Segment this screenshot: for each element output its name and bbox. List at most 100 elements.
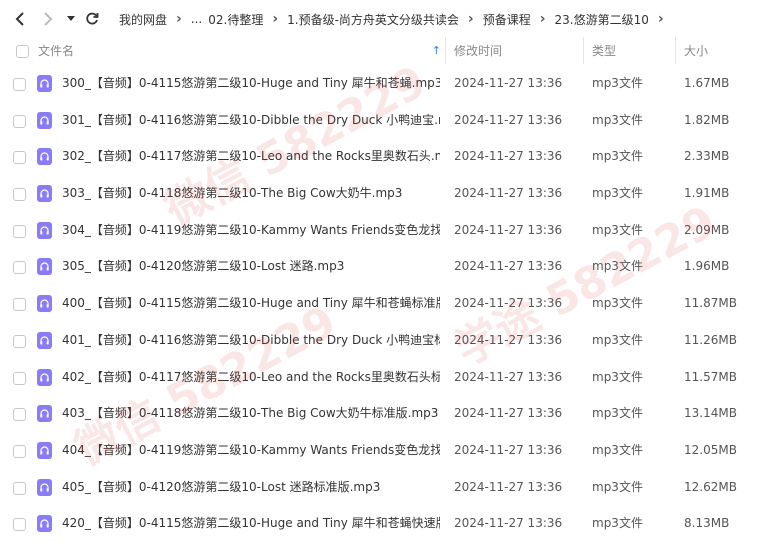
back-button[interactable] [8,7,32,31]
file-name[interactable]: 305_【音频】0-4120悠游第二级10-Lost 迷路.mp3 [62,248,440,285]
table-row[interactable]: 405_【音频】0-4120悠游第二级10-Lost 迷路标准版.mp3 2024… [0,469,759,506]
file-modified-date: 2024-11-27 13:36 [454,369,563,384]
file-size: 1.82MB [684,112,730,127]
file-modified-date: 2024-11-27 13:36 [454,149,563,164]
file-modified-date: 2024-11-27 13:36 [454,332,563,347]
refresh-button[interactable] [80,7,104,31]
column-header-name[interactable]: 文件名 ↑ [0,37,446,64]
file-name[interactable]: 302_【音频】0-4117悠游第二级10-Leo and the Rocks里… [62,138,440,175]
chevron-left-icon [15,12,24,26]
file-size: 2.09MB [684,222,730,237]
audio-file-icon [37,221,52,239]
file-modified-date: 2024-11-27 13:36 [454,296,563,311]
table-row[interactable]: 400_【音频】0-4115悠游第二级10-Huge and Tiny 犀牛和苍… [0,285,759,322]
audio-file-icon [37,331,52,349]
file-name[interactable]: 400_【音频】0-4115悠游第二级10-Huge and Tiny 犀牛和苍… [62,285,440,322]
row-checkbox[interactable] [13,224,26,238]
row-checkbox[interactable] [13,151,26,165]
file-name[interactable]: 403_【音频】0-4118悠游第二级10-The Big Cow大奶牛标准版.… [62,395,440,432]
breadcrumb-item-pending[interactable]: 02.待整理 [205,11,266,28]
row-checkbox[interactable] [13,298,26,312]
table-row[interactable]: 300_【音频】0-4115悠游第二级10-Huge and Tiny 犀牛和苍… [0,65,759,102]
row-checkbox[interactable] [13,114,26,128]
row-checkbox[interactable] [13,518,26,532]
file-name[interactable]: 300_【音频】0-4115悠游第二级10-Huge and Tiny 犀牛和苍… [62,65,440,102]
file-type: mp3文件 [592,259,643,274]
row-checkbox[interactable] [13,444,26,458]
breadcrumb-item-courses[interactable]: 预备课程 [480,11,534,28]
file-name[interactable]: 304_【音频】0-4119悠游第二级10-Kammy Wants Friend… [62,212,440,249]
file-type: mp3文件 [592,479,643,494]
breadcrumb-item-reading-club[interactable]: 1.预备级-尚方舟英文分级共读会 [284,11,462,28]
file-type: mp3文件 [592,222,643,237]
file-size: 11.57MB [684,369,737,384]
file-size: 2.33MB [684,149,730,164]
file-type: mp3文件 [592,296,643,311]
file-type: mp3文件 [592,112,643,127]
table-row[interactable]: 305_【音频】0-4120悠游第二级10-Lost 迷路.mp3 2024-11… [0,248,759,285]
breadcrumb-item-ellipsis[interactable]: ... [188,12,205,26]
breadcrumb-item-current[interactable]: 23.悠游第二级10 [551,11,651,28]
file-size: 11.26MB [684,332,737,347]
audio-file-icon [37,478,52,496]
table-row[interactable]: 302_【音频】0-4117悠游第二级10-Leo and the Rocks里… [0,138,759,175]
sort-ascending-icon: ↑ [431,44,441,57]
row-checkbox[interactable] [13,481,26,495]
file-modified-date: 2024-11-27 13:36 [454,112,563,127]
table-row[interactable]: 403_【音频】0-4118悠游第二级10-The Big Cow大奶牛标准版.… [0,395,759,432]
row-checkbox[interactable] [13,371,26,385]
chevron-right-icon [44,12,53,26]
row-checkbox[interactable] [13,78,26,91]
file-name[interactable]: 404_【音频】0-4119悠游第二级10-Kammy Wants Friend… [62,432,440,469]
file-size: 1.91MB [684,186,730,201]
table-row[interactable]: 404_【音频】0-4119悠游第二级10-Kammy Wants Friend… [0,432,759,469]
table-row[interactable]: 420_【音频】0-4115悠游第二级10-Huge and Tiny 犀牛和苍… [0,505,759,542]
row-checkbox[interactable] [13,188,26,202]
row-checkbox[interactable] [13,408,26,422]
row-checkbox[interactable] [13,261,26,275]
table-row[interactable]: 304_【音频】0-4119悠游第二级10-Kammy Wants Friend… [0,212,759,249]
file-name[interactable]: 303_【音频】0-4118悠游第二级10-The Big Cow大奶牛.mp3 [62,175,440,212]
file-modified-date: 2024-11-27 13:36 [454,442,563,457]
breadcrumb-separator: › [467,11,474,27]
file-name[interactable]: 301_【音频】0-4116悠游第二级10-Dibble the Dry Duc… [62,102,440,139]
audio-file-icon [37,111,52,129]
audio-file-icon [37,515,52,533]
audio-file-icon [37,185,52,203]
breadcrumb-item-root[interactable]: 我的网盘 [116,11,170,28]
file-size: 12.05MB [684,442,737,457]
row-checkbox[interactable] [13,334,26,348]
column-header-date-label: 修改时间 [454,44,503,58]
column-header-size-label: 大小 [684,44,709,58]
file-type: mp3文件 [592,369,643,384]
audio-file-icon [37,295,52,313]
table-row[interactable]: 402_【音频】0-4117悠游第二级10-Leo and the Rocks里… [0,359,759,396]
audio-file-icon [37,75,52,92]
file-modified-date: 2024-11-27 13:36 [454,259,563,274]
file-name[interactable]: 402_【音频】0-4117悠游第二级10-Leo and the Rocks里… [62,359,440,396]
audio-file-icon [37,441,52,459]
column-header-size[interactable]: 大小 [676,37,759,64]
file-size: 1.96MB [684,259,730,274]
file-name[interactable]: 401_【音频】0-4116悠游第二级10-Dibble the Dry Duc… [62,322,440,359]
column-header-type[interactable]: 类型 [584,37,676,64]
audio-file-icon [37,258,52,276]
file-name[interactable]: 420_【音频】0-4115悠游第二级10-Huge and Tiny 犀牛和苍… [62,505,440,542]
file-size: 8.13MB [684,516,730,531]
audio-file-icon [37,148,52,166]
file-modified-date: 2024-11-27 13:36 [454,516,563,531]
column-header-date[interactable]: 修改时间 [446,37,584,64]
breadcrumb-separator: › [539,11,546,27]
file-name[interactable]: 405_【音频】0-4120悠游第二级10-Lost 迷路标准版.mp3 [62,469,440,506]
file-size: 13.14MB [684,406,737,421]
history-dropdown-button[interactable] [64,7,78,31]
breadcrumb-separator: › [176,11,182,27]
refresh-icon [86,12,99,25]
table-row[interactable]: 301_【音频】0-4116悠游第二级10-Dibble the Dry Duc… [0,102,759,139]
breadcrumb: 我的网盘 › ... 02.待整理 › 1.预备级-尚方舟英文分级共读会 › 预… [116,11,670,28]
forward-button[interactable] [36,7,60,31]
breadcrumb-separator: › [272,11,279,27]
file-type: mp3文件 [592,76,643,90]
table-row[interactable]: 303_【音频】0-4118悠游第二级10-The Big Cow大奶牛.mp3… [0,175,759,212]
table-row[interactable]: 401_【音频】0-4116悠游第二级10-Dibble the Dry Duc… [0,322,759,359]
